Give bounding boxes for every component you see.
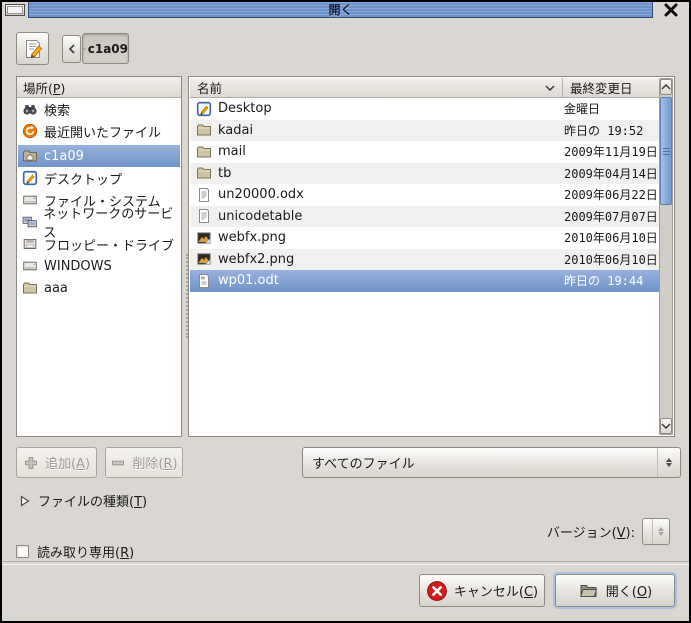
edit-document-icon (22, 38, 44, 60)
add-bookmark-button[interactable]: 追加(A) (16, 447, 97, 478)
places-pane: 場所(P) 検索 最近開いたファイル c1a09 デスクトップ ファイル・システ… (16, 76, 182, 437)
file-rows: Desktop 金曜日 kadai 昨日の 19:52 mail 2009年11… (190, 98, 659, 435)
file-row-kadai[interactable]: kadai 昨日の 19:52 (190, 120, 659, 142)
readonly-row: 読み取り専用(R) (16, 542, 134, 561)
file-row-un20000[interactable]: un20000.odx 2009年06月22日 (190, 184, 659, 206)
file-row-desktop[interactable]: Desktop 金曜日 (190, 98, 659, 120)
file-row-webfx2[interactable]: webfx2.png 2010年06月10日 (190, 249, 659, 271)
folder-icon (196, 122, 212, 138)
cancel-icon (426, 580, 448, 602)
version-row: バージョン(V): (547, 518, 670, 545)
plus-icon (23, 455, 39, 471)
close-icon (664, 3, 678, 17)
scroll-up-button[interactable] (660, 79, 672, 95)
readonly-checkbox[interactable] (16, 545, 29, 558)
column-header-modified[interactable]: 最終変更日 (563, 78, 659, 98)
file-type-expander[interactable]: ファイルの種類(T) (20, 491, 147, 510)
scroll-down-button[interactable] (660, 418, 672, 434)
folder-icon (196, 165, 212, 181)
floppy-icon (22, 236, 38, 252)
place-item-network[interactable]: ネットワークのサービス (18, 211, 180, 233)
remove-bookmark-button[interactable]: 削除(R) (105, 447, 183, 478)
file-type-expander-label: ファイルの種類(T) (38, 491, 147, 510)
combo-arrows-icon (657, 448, 680, 477)
drive-icon (22, 192, 38, 208)
places-list: 検索 最近開いたファイル c1a09 デスクトップ ファイル・システム ネットワ… (18, 98, 180, 435)
cancel-button[interactable]: キャンセル(C) (419, 574, 545, 607)
file-row-wp01[interactable]: wp01.odt 昨日の 19:44 (190, 270, 659, 292)
expander-triangle-icon (20, 495, 30, 507)
titlebar: 開く (2, 2, 689, 18)
sort-descending-icon (545, 85, 555, 91)
file-row-tb[interactable]: tb 2009年04月14日 (190, 163, 659, 185)
path-button-c1a09[interactable]: c1a09 (82, 33, 129, 64)
place-item-search[interactable]: 検索 (18, 98, 180, 120)
image-file-icon (196, 251, 212, 267)
minus-icon (110, 455, 126, 471)
drive-icon (22, 258, 38, 274)
file-list-pane: 名前 最終変更日 Desktop 金曜日 kadai 昨日の 19:52 mai… (188, 76, 675, 437)
version-combobox[interactable] (642, 518, 670, 545)
column-header-name[interactable]: 名前 (190, 78, 563, 98)
desktop-icon (196, 101, 212, 117)
titlebar-stripes[interactable]: 開く (28, 2, 653, 18)
text-file-icon (196, 208, 212, 224)
path-button-label: c1a09 (88, 42, 128, 56)
chevron-up-icon (661, 84, 671, 90)
places-header: 場所(P) (17, 77, 181, 98)
place-item-windows[interactable]: WINDOWS (18, 255, 180, 277)
file-row-unicodetable[interactable]: unicodetable 2009年07月07日 (190, 206, 659, 228)
action-area-separator (2, 561, 689, 565)
chevron-down-icon (661, 423, 671, 429)
text-file-icon (196, 187, 212, 203)
place-item-aaa[interactable]: aaa (18, 277, 180, 299)
cancel-button-label: キャンセル(C) (454, 581, 538, 600)
window-title: 開く (328, 4, 352, 16)
recent-files-icon (22, 123, 38, 139)
open-folder-icon (578, 580, 600, 602)
add-button-label: 追加(A) (45, 453, 90, 472)
type-filename-button[interactable] (16, 32, 49, 65)
readonly-label[interactable]: 読み取り専用(R) (37, 542, 134, 561)
place-item-recent[interactable]: 最近開いたファイル (18, 120, 180, 142)
place-item-home[interactable]: c1a09 (18, 145, 180, 167)
document-file-icon (196, 273, 212, 289)
open-file-dialog: 開く c1a09 場所(P) 検索 最近開いたファイル (0, 0, 691, 623)
file-filter-value: すべてのファイル (303, 453, 657, 472)
scrollbar-thumb[interactable] (660, 97, 672, 205)
chevron-left-icon (68, 44, 76, 54)
home-folder-icon (22, 148, 38, 164)
search-icon (22, 101, 38, 117)
vertical-scrollbar[interactable] (659, 78, 673, 435)
path-back-button[interactable] (62, 35, 81, 63)
remove-button-label: 削除(R) (132, 453, 177, 472)
place-item-floppy[interactable]: フロッピー・ドライブ (18, 233, 180, 255)
image-file-icon (196, 230, 212, 246)
file-row-webfx[interactable]: webfx.png 2010年06月10日 (190, 227, 659, 249)
open-button-label: 開く(O) (606, 581, 652, 600)
file-row-mail[interactable]: mail 2009年11月19日 (190, 141, 659, 163)
desktop-icon (22, 170, 38, 186)
close-button[interactable] (653, 2, 689, 18)
version-label: バージョン(V): (547, 522, 635, 541)
place-item-desktop[interactable]: デスクトップ (18, 167, 180, 189)
file-filter-combobox[interactable]: すべてのファイル (302, 447, 681, 478)
window-menu-button[interactable] (5, 4, 25, 16)
folder-icon (22, 280, 38, 296)
network-icon (22, 214, 37, 230)
combo-arrows-icon (652, 519, 669, 544)
home-folder-icon (83, 41, 86, 57)
open-button[interactable]: 開く(O) (555, 574, 675, 607)
folder-icon (196, 144, 212, 160)
